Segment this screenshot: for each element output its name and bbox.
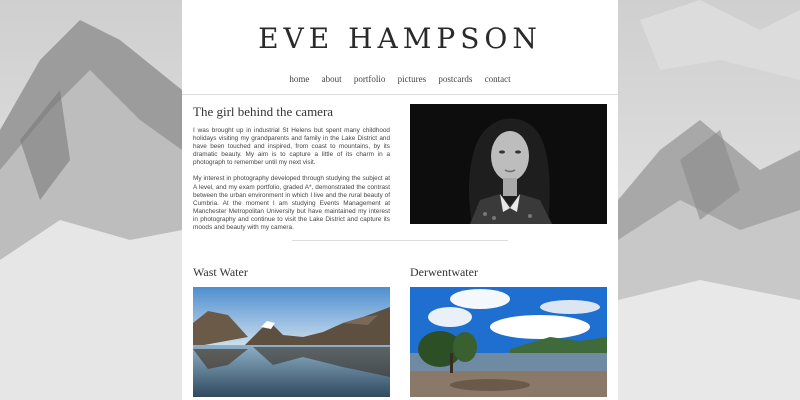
nav-item-postcards[interactable]: postcards — [438, 74, 472, 84]
about-paragraph: My interest in photography developed thr… — [193, 175, 390, 232]
derwentwater-photo[interactable] — [410, 287, 607, 397]
nav-item-home[interactable]: home — [289, 74, 309, 84]
page-content: EVE HAMPSON home about portfolio picture… — [182, 0, 618, 400]
nav-item-pictures[interactable]: pictures — [398, 74, 427, 84]
nav-divider — [182, 94, 618, 95]
about-heading: The girl behind the camera — [193, 104, 334, 119]
nav-item-portfolio[interactable]: portfolio — [354, 74, 386, 84]
about-text: I was brought up in industrial St Helens… — [193, 127, 390, 240]
section-divider — [292, 240, 508, 241]
gallery-title-derwentwater: Derwentwater — [410, 265, 478, 279]
wast-water-photo[interactable] — [193, 287, 390, 397]
nav-item-about[interactable]: about — [322, 74, 342, 84]
gallery-title-wast-water: Wast Water — [193, 265, 248, 279]
portrait-photo — [410, 104, 607, 224]
about-paragraph: I was brought up in industrial St Helens… — [193, 127, 390, 167]
site-title: EVE HAMPSON — [258, 22, 542, 55]
main-nav: home about portfolio pictures postcards … — [182, 74, 618, 84]
nav-item-contact[interactable]: contact — [485, 74, 511, 84]
